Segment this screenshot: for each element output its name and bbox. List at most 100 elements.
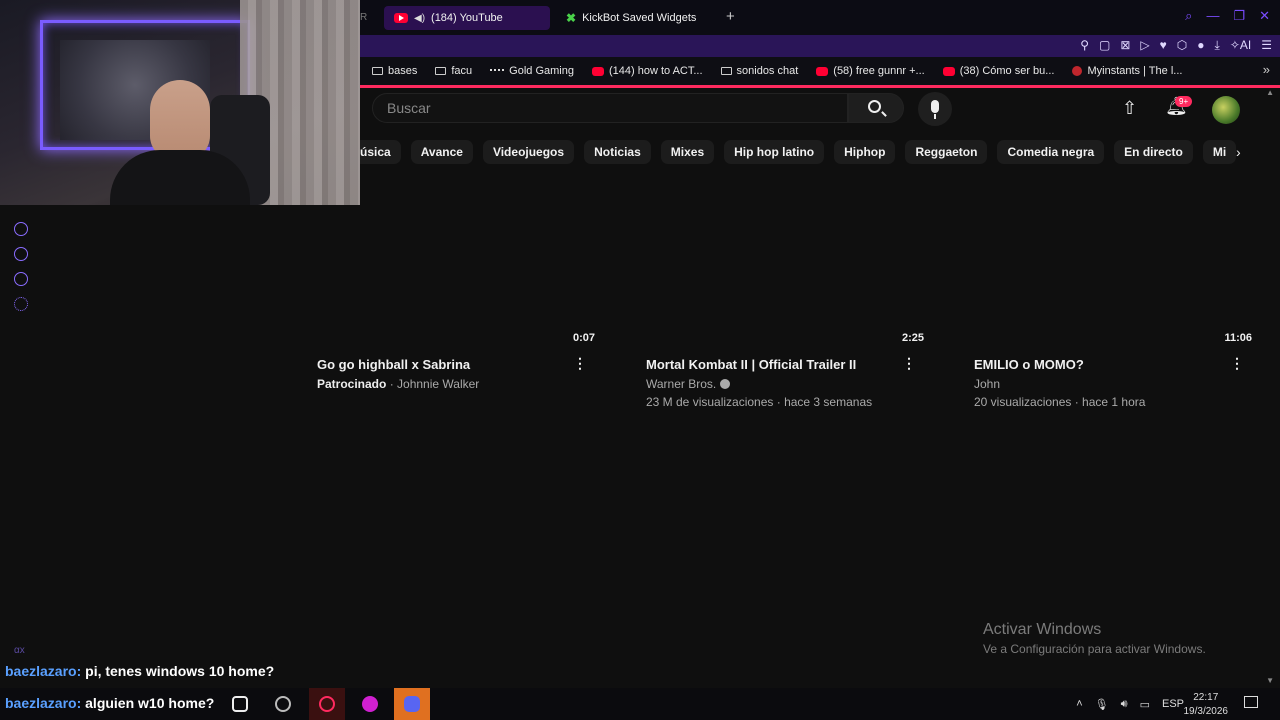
chat-username: baezlazaro:	[5, 663, 82, 679]
more-options-icon[interactable]: ⋮	[573, 355, 587, 372]
more-options-icon[interactable]: ⋮	[902, 355, 916, 372]
speaker-icon[interactable]: ◀)	[414, 13, 425, 24]
maximize-icon[interactable]: ❐	[1233, 8, 1245, 24]
myinstants-icon	[1072, 66, 1083, 76]
bookmark-label: (38) Cómo ser bu...	[959, 65, 1055, 77]
upload-icon[interactable]: ⇧	[1122, 98, 1137, 119]
pin-icon[interactable]: ⚲	[1080, 38, 1089, 53]
chip-noticias[interactable]: Noticias	[584, 140, 651, 164]
bookmark-myinstants[interactable]: Myinstants | The l...	[1072, 65, 1182, 77]
chat-mini-label: αx	[14, 645, 25, 656]
taskbar-app-canva[interactable]	[352, 688, 388, 720]
language-indicator[interactable]: ESP	[1162, 698, 1184, 711]
folder-icon	[720, 67, 732, 75]
video-sponsor-line: Patrocinado · Johnnie Walker	[317, 377, 479, 391]
scroll-down-icon[interactable]: ▼	[1266, 676, 1274, 685]
bookmark-label: Gold Gaming	[509, 65, 574, 77]
search-input[interactable]	[373, 94, 847, 122]
youtube-icon	[591, 66, 604, 76]
notification-center-icon[interactable]	[1244, 696, 1258, 708]
menu-icon[interactable]: ☰	[1261, 38, 1272, 53]
tab-youtube[interactable]: ◀) (184) YouTube	[384, 6, 550, 30]
heart-icon[interactable]: ♥	[1160, 38, 1167, 53]
chevron-right-icon[interactable]: »	[1263, 62, 1270, 77]
video-channel[interactable]: John	[974, 377, 1000, 391]
minimize-icon[interactable]: —	[1206, 8, 1219, 24]
video-channel[interactable]: · Johnnie Walker	[390, 377, 480, 391]
window-controls: ⌕ — ❐ ✕	[1185, 8, 1270, 24]
search-field[interactable]	[372, 93, 848, 123]
bookmark-como-ser[interactable]: (38) Cómo ser bu...	[942, 65, 1055, 77]
video-channel[interactable]: Warner Bros.	[646, 377, 716, 391]
chip-musica[interactable]: úsica	[360, 140, 401, 164]
activate-windows-title: Activar Windows	[983, 621, 1102, 638]
bookmark-bases[interactable]: bases	[372, 65, 417, 77]
bookmark-free-gunnr[interactable]: (58) free gunnr +...	[816, 65, 925, 77]
canva-icon	[362, 696, 378, 712]
download-icon[interactable]: ⤓	[1215, 38, 1220, 53]
taskbar-app-obs[interactable]	[265, 688, 301, 720]
chip-avance[interactable]: Avance	[410, 140, 473, 164]
taskbar-app-capcut[interactable]	[222, 688, 258, 720]
folder-icon	[435, 67, 447, 75]
chat-message: baezlazaro: alguien w10 home?	[5, 695, 214, 711]
extensions-icon[interactable]: ⬡	[1177, 38, 1187, 53]
network-icon[interactable]: ▭	[1140, 698, 1150, 711]
bookmark-label: (144) how to ACT...	[608, 65, 703, 77]
tab-kickbot[interactable]: ✖ KickBot Saved Widgets	[556, 6, 726, 30]
clock[interactable]: 22:17 19/3/2026	[1184, 691, 1229, 719]
play-icon[interactable]: ▷	[1140, 38, 1149, 53]
chip-hiphop[interactable]: Hiphop	[834, 140, 896, 164]
plus-icon[interactable]: +	[726, 8, 735, 25]
taskbar-app-discord[interactable]	[394, 688, 430, 720]
chip-en-directo[interactable]: En directo	[1114, 140, 1193, 164]
clock-date: 19/3/2026	[1183, 706, 1229, 717]
play-circle-icon[interactable]	[14, 222, 28, 236]
bookmark-label: (58) free gunnr +...	[833, 65, 925, 77]
voice-search-button[interactable]	[918, 92, 952, 126]
chip-hip-hop-latino[interactable]: Hip hop latino	[724, 140, 825, 164]
bookmark-gold-gaming[interactable]: Gold Gaming	[490, 65, 574, 77]
search-button[interactable]	[848, 93, 904, 123]
youtube-icon	[816, 66, 829, 76]
search-tabs-icon[interactable]: ⌕	[1185, 8, 1192, 24]
video-title[interactable]: Go go highball x Sabrina	[317, 357, 470, 372]
chip-reggaeton[interactable]: Reggaeton	[905, 140, 988, 164]
chip-comedia-negra[interactable]: Comedia negra	[997, 140, 1105, 164]
close-icon[interactable]: ✕	[1259, 8, 1270, 24]
bookmark-facu[interactable]: facu	[435, 65, 472, 77]
chevron-up-icon[interactable]: ˄	[1076, 698, 1082, 711]
video-duration: 2:25	[901, 332, 924, 344]
bookmark-label: bases	[388, 65, 418, 77]
ai-button[interactable]: ✧AI	[1230, 38, 1251, 53]
discord-icon	[404, 696, 420, 712]
chevron-right-icon[interactable]: ›	[1236, 144, 1241, 160]
bookmark-how-to-act[interactable]: (144) how to ACT...	[591, 65, 703, 77]
microphone-icon[interactable]: 🎙︎	[1095, 698, 1109, 711]
video-title[interactable]: EMILIO o MOMO?	[974, 357, 1084, 372]
puzzle-icon[interactable]	[14, 272, 28, 286]
volume-icon[interactable]: 🔊︎	[1121, 698, 1128, 711]
taskbar-app-opera[interactable]	[309, 688, 345, 720]
verified-icon	[720, 379, 731, 389]
bookmark-sonidos-chat[interactable]: sonidos chat	[720, 65, 798, 77]
snapshot-icon[interactable]: ▢	[1099, 38, 1110, 53]
more-options-icon[interactable]: ⋮	[1230, 355, 1244, 372]
avatar[interactable]	[1212, 96, 1240, 124]
clock-icon[interactable]	[14, 247, 28, 261]
video-title[interactable]: Mortal Kombat II | Official Trailer II	[646, 357, 856, 372]
vpn-icon[interactable]: ⊠	[1120, 38, 1130, 53]
chip-mixes[interactable]: Mixes	[660, 140, 715, 164]
chip-videojuegos[interactable]: Videojuegos	[482, 140, 575, 164]
video-stats: 20 visualizaciones · hace 1 hora	[974, 395, 1146, 409]
folder-icon	[372, 67, 383, 75]
gear-icon[interactable]	[14, 297, 28, 311]
video-duration: 0:07	[572, 332, 595, 344]
profile-icon[interactable]: ●	[1197, 38, 1204, 53]
youtube-header: ⇧ 🔔︎ 9+	[360, 88, 1280, 128]
chip-mi[interactable]: Mi	[1202, 140, 1237, 164]
browser-toolbar: ⚲ ▢ ⊠ ▷ ♥ ⬡ ● ⤓ ✧AI ☰	[360, 35, 1280, 57]
toolbar-icons: ⚲ ▢ ⊠ ▷ ♥ ⬡ ● ⤓ ✧AI ☰	[1080, 38, 1272, 53]
tab-fragment[interactable]: R	[360, 12, 367, 23]
chat-message: baezlazaro: pi, tenes windows 10 home?	[5, 663, 274, 679]
